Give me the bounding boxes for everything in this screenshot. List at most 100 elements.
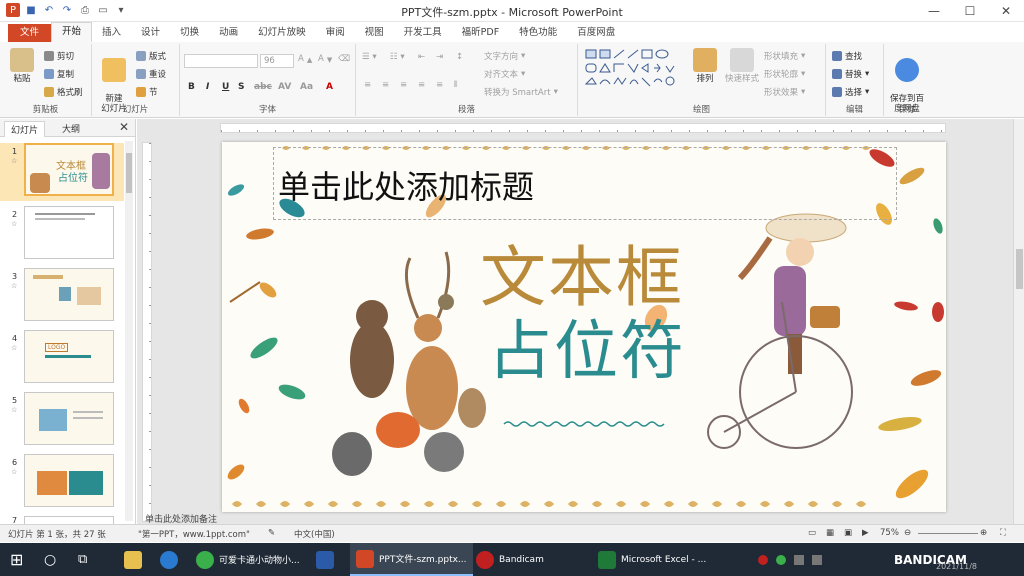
scroll-thumb[interactable] [126,153,132,193]
shadow-button[interactable]: S [238,82,244,92]
tab-features[interactable]: 特色功能 [509,24,567,42]
distribute-icon[interactable]: ≡ [436,80,443,90]
theme-name[interactable]: "第一PPT，www.1ppt.com" [138,528,250,540]
columns-icon[interactable]: ⫴ [454,80,458,90]
line-spacing-icon[interactable]: ↕ [456,52,463,62]
panel-close-button[interactable]: ✕ [119,120,129,134]
align-right-icon[interactable]: ≡ [400,80,407,90]
arrange-button[interactable]: 排列 [690,48,720,84]
slide-thumbnail-6[interactable]: 6 ☆ [0,454,124,512]
bullets-icon[interactable]: ☰ ▾ [362,52,377,62]
system-tray[interactable] [752,543,828,576]
section-button[interactable]: 节 [136,86,158,98]
slide-heading-line2[interactable]: 占位符 [488,300,686,392]
select-button[interactable]: 选择 ▾ [832,86,869,98]
sorter-view-icon[interactable]: ▦ [826,528,834,538]
slideshow-view-icon[interactable]: ▶ [862,528,869,538]
zoom-level[interactable]: 75% [880,528,899,538]
shape-effects-button[interactable]: 形状效果 ▾ [764,86,805,98]
underline-button[interactable]: U [222,82,229,92]
align-left-icon[interactable]: ≡ [364,80,371,90]
tab-insert[interactable]: 插入 [92,24,131,42]
slide-thumbnail-1[interactable]: 1 ☆ 文本框 占位符 [0,143,124,201]
close-button[interactable]: ✕ [988,0,1024,22]
quick-styles-button[interactable]: 快速样式 [724,48,760,84]
taskbar-item-bandicam[interactable]: Bandicam [470,543,550,576]
slide-thumbnail-7[interactable]: 7 [0,516,124,524]
tab-review[interactable]: 审阅 [316,24,355,42]
slide-canvas[interactable]: 单击此处添加标题 文本框 占位符 [222,142,946,512]
task-view-button[interactable]: ⧉ [72,543,93,576]
panel-scrollbar[interactable] [125,141,133,521]
font-family-select[interactable] [184,54,258,68]
fit-window-icon[interactable]: ⛶ [1000,528,1006,538]
grow-font-button[interactable]: A ▲ [298,54,312,64]
shrink-font-button[interactable]: A ▼ [318,54,332,64]
convert-smartart-button[interactable]: 转换为 SmartArt ▾ [484,86,558,98]
slide-thumbnail-3[interactable]: 3 ☆ [0,268,124,326]
clock-date[interactable]: 2021/11/8 [930,557,983,575]
strikethrough-button[interactable]: abc [254,82,272,92]
tab-home[interactable]: 开始 [51,22,93,42]
slide-thumbnail-4[interactable]: 4 ☆ LOGO [0,330,124,388]
layout-button[interactable]: 版式 [136,50,166,62]
font-size-select[interactable]: 96 [260,54,294,68]
shape-outline-button[interactable]: 形状轮廓 ▾ [764,68,805,80]
tab-view[interactable]: 视图 [355,24,394,42]
slide-thumbnail-5[interactable]: 5 ☆ [0,392,124,450]
zoom-in-icon[interactable]: ⊕ [980,528,987,538]
title-placeholder-text[interactable]: 单击此处添加标题 [278,162,534,208]
cut-button[interactable]: 剪切 [44,50,74,62]
decrease-indent-icon[interactable]: ⇤ [418,52,425,62]
taskbar-file-explorer[interactable] [118,543,148,576]
tab-slideshow[interactable]: 幻灯片放映 [248,24,316,42]
increase-indent-icon[interactable]: ⇥ [436,52,443,62]
slide-thumbnail-2[interactable]: 2 ☆ [0,206,124,264]
notes-pane[interactable]: 单击此处添加备注 [137,515,1013,525]
shape-fill-button[interactable]: 形状填充 ▾ [764,50,805,62]
start-button[interactable]: ⊞ [4,543,29,576]
align-text-button[interactable]: 对齐文本 ▾ [484,68,525,80]
taskbar-edge[interactable] [154,543,184,576]
char-spacing-button[interactable]: AV [278,82,291,92]
paste-button[interactable]: 粘贴 [6,48,38,84]
reset-button[interactable]: 重设 [136,68,166,80]
zoom-slider[interactable] [918,533,978,534]
change-case-button[interactable]: Aa [300,82,313,92]
align-center-icon[interactable]: ≡ [382,80,389,90]
copy-button[interactable]: 复制 [44,68,74,80]
tab-developer[interactable]: 开发工具 [394,24,452,42]
replace-button[interactable]: 替换 ▾ [832,68,869,80]
search-button[interactable]: ○ [38,543,62,576]
restore-button[interactable]: ☐ [952,0,988,22]
reading-view-icon[interactable]: ▣ [844,528,852,538]
tab-transitions[interactable]: 切换 [170,24,209,42]
italic-button[interactable]: I [206,82,209,92]
tab-design[interactable]: 设计 [131,24,170,42]
minimize-button[interactable]: — [916,0,952,22]
taskbar-word[interactable] [310,543,340,576]
language[interactable]: 中文(中国) [294,528,335,540]
tab-foxit-pdf[interactable]: 福昕PDF [452,24,510,42]
normal-view-icon[interactable]: ▭ [808,528,816,538]
scroll-thumb[interactable] [1016,249,1023,289]
numbering-icon[interactable]: ☷ ▾ [390,52,405,62]
tab-baidu-netdisk[interactable]: 百度网盘 [567,24,625,42]
shapes-gallery[interactable] [584,48,680,92]
tab-slides-panel[interactable]: 幻灯片 [4,121,46,137]
find-button[interactable]: 查找 [832,50,862,62]
editor-scrollbar[interactable] [1013,119,1024,524]
text-direction-button[interactable]: 文字方向 ▾ [484,50,525,62]
bold-button[interactable]: B [188,82,195,92]
tab-file[interactable]: 文件 [8,24,52,42]
font-color-button[interactable]: A [326,82,333,92]
taskbar-item-excel[interactable]: Microsoft Excel - ... [592,543,712,576]
taskbar-item-powerpoint[interactable]: PPT文件-szm.pptx... [350,543,473,576]
tab-animations[interactable]: 动画 [209,24,248,42]
spellcheck-icon[interactable]: ✎ [268,528,275,538]
tab-outline-panel[interactable]: 大纲 [56,121,86,136]
zoom-out-icon[interactable]: ⊖ [904,528,911,538]
justify-icon[interactable]: ≡ [418,80,425,90]
format-painter-button[interactable]: 格式刷 [44,86,83,98]
taskbar-item-browser[interactable]: 可爱卡通小动物小... [190,543,306,576]
